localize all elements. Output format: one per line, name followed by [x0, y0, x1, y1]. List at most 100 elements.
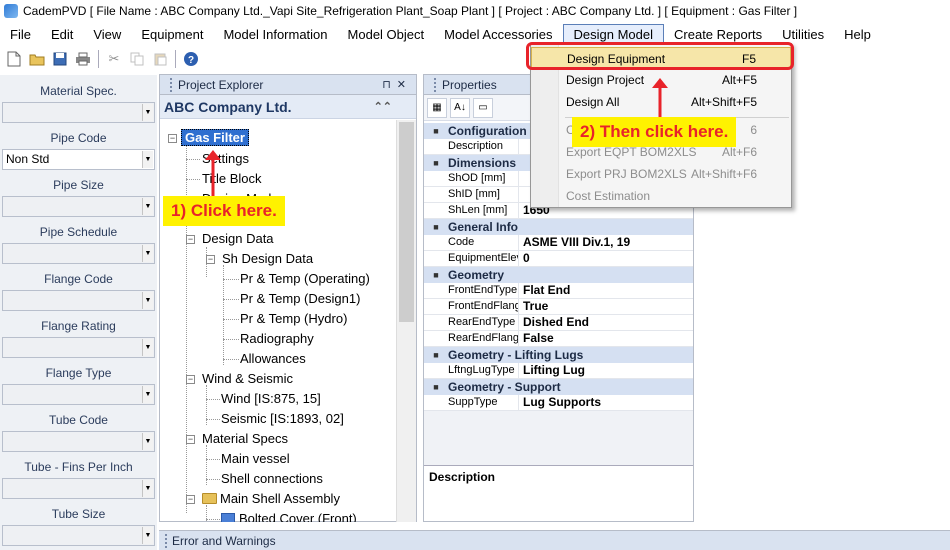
- callout-arrow-2: [652, 78, 668, 122]
- paste-icon[interactable]: [150, 49, 170, 69]
- tree-node-seismic[interactable]: Seismic [IS:1893, 02]: [221, 410, 344, 428]
- dropdown-arrow-icon[interactable]: ▼: [142, 433, 153, 450]
- scrollbar-thumb[interactable]: [399, 122, 414, 322]
- dropdown-arrow-icon[interactable]: ▼: [142, 198, 153, 215]
- menu-model-object[interactable]: Model Object: [338, 24, 435, 45]
- tree-node-wind[interactable]: Wind [IS:875, 15]: [221, 390, 321, 408]
- collapse-icon[interactable]: ■: [424, 382, 448, 392]
- tree-node-main-vessel[interactable]: Main vessel: [221, 450, 290, 468]
- material-spec-field: Material Spec. ▼: [0, 75, 157, 123]
- dropdown-arrow-icon[interactable]: ▼: [142, 339, 153, 356]
- tree-node-main-shell-assembly[interactable]: − Main Shell Assembly: [186, 490, 340, 508]
- collapse-toggle-icon[interactable]: −: [186, 235, 195, 244]
- pipe-code-select[interactable]: Non Std ▼: [2, 149, 155, 170]
- menu-view[interactable]: View: [83, 24, 131, 45]
- flange-type-select[interactable]: ▼: [2, 384, 155, 405]
- menu-item-cost-estimation[interactable]: Cost Estimation: [531, 185, 791, 207]
- category-geometry-lifting-lugs[interactable]: ■ Geometry - Lifting Lugs: [424, 347, 693, 363]
- open-folder-icon[interactable]: [27, 49, 47, 69]
- property-row[interactable]: LftngLugType Lifting Lug: [424, 363, 693, 379]
- pipe-schedule-field: Pipe Schedule ▼: [0, 216, 157, 264]
- tree-node-allowances[interactable]: Allowances: [240, 350, 306, 368]
- menu-model-information[interactable]: Model Information: [213, 24, 337, 45]
- tree-node-sh-design-data[interactable]: − Sh Design Data: [206, 250, 313, 268]
- tree-node-bolted-cover-front[interactable]: Bolted Cover (Front): [221, 510, 357, 522]
- menu-equipment[interactable]: Equipment: [131, 24, 213, 45]
- property-row[interactable]: FrontEndType Flat End: [424, 283, 693, 299]
- tree-node-material-specs[interactable]: − Material Specs: [186, 430, 288, 448]
- property-row[interactable]: SuppType Lug Supports: [424, 395, 693, 411]
- help-icon[interactable]: ?: [181, 49, 201, 69]
- collapse-toggle-icon[interactable]: −: [206, 255, 215, 264]
- pipe-schedule-select[interactable]: ▼: [2, 243, 155, 264]
- tree-node-gas-filter[interactable]: Gas Filter: [181, 129, 249, 147]
- dropdown-arrow-icon[interactable]: ▼: [142, 151, 153, 168]
- collapse-icon[interactable]: ■: [424, 270, 448, 280]
- company-header: ABC Company Ltd. ⌃⌃: [160, 95, 416, 119]
- pin-icon[interactable]: ⊓: [382, 79, 397, 91]
- collapse-toggle-icon[interactable]: −: [186, 375, 195, 384]
- category-geometry-support[interactable]: ■ Geometry - Support: [424, 379, 693, 395]
- main-toolbar: ✂ ?: [4, 48, 201, 70]
- window-title: CademPVD [ File Name : ABC Company Ltd._…: [23, 4, 798, 18]
- new-file-icon[interactable]: [4, 49, 24, 69]
- tree-node-design-data[interactable]: − Design Data: [186, 230, 274, 248]
- collapse-toggle-icon[interactable]: −: [168, 134, 177, 143]
- cut-icon[interactable]: ✂: [104, 49, 124, 69]
- field-label: Flange Type: [45, 366, 112, 380]
- copy-icon[interactable]: [127, 49, 147, 69]
- dropdown-arrow-icon[interactable]: ▼: [142, 245, 153, 262]
- property-row[interactable]: RearEndFlangedFalse: [424, 331, 693, 347]
- menu-file[interactable]: File: [0, 24, 41, 45]
- collapse-icon[interactable]: ⌃⌃: [374, 95, 392, 119]
- menu-item-export-prj-bom[interactable]: Export PRJ BOM2XLS Alt+Shift+F6: [531, 163, 791, 185]
- tree-node-shell-connections[interactable]: Shell connections: [221, 470, 323, 488]
- svg-text:?: ?: [188, 55, 194, 66]
- menu-help[interactable]: Help: [834, 24, 881, 45]
- material-spec-select[interactable]: ▼: [2, 102, 155, 123]
- collapse-icon[interactable]: ■: [424, 158, 448, 168]
- tree-scrollbar[interactable]: [396, 120, 416, 522]
- flange-code-select[interactable]: ▼: [2, 290, 155, 311]
- callout-arrow-1: [205, 150, 221, 198]
- drag-grip-icon[interactable]: [170, 77, 173, 92]
- dropdown-arrow-icon[interactable]: ▼: [142, 527, 153, 544]
- property-row[interactable]: FrontEndFlangedTrue: [424, 299, 693, 315]
- collapse-icon[interactable]: ■: [424, 350, 448, 360]
- sort-alphabetical-icon[interactable]: A↓: [450, 97, 470, 118]
- menu-edit[interactable]: Edit: [41, 24, 83, 45]
- dropdown-arrow-icon[interactable]: ▼: [142, 104, 153, 121]
- collapse-icon[interactable]: ■: [424, 222, 448, 232]
- collapse-toggle-icon[interactable]: −: [186, 435, 195, 444]
- close-icon[interactable]: ✕: [397, 79, 412, 91]
- collapse-icon[interactable]: ■: [424, 126, 448, 136]
- property-row[interactable]: RearEndType Dished End: [424, 315, 693, 331]
- category-geometry[interactable]: ■ Geometry: [424, 267, 693, 283]
- flange-rating-select[interactable]: ▼: [2, 337, 155, 358]
- pipe-size-select[interactable]: ▼: [2, 196, 155, 217]
- project-explorer-panel: Project Explorer ⊓✕ ABC Company Ltd. ⌃⌃ …: [159, 74, 417, 522]
- tree-node-pr-temp-operating[interactable]: Pr & Temp (Operating): [240, 270, 370, 288]
- dropdown-arrow-icon[interactable]: ▼: [142, 386, 153, 403]
- tree-node-radiography[interactable]: Radiography: [240, 330, 314, 348]
- print-icon[interactable]: [73, 49, 93, 69]
- tube-code-select[interactable]: ▼: [2, 431, 155, 452]
- property-row[interactable]: Code ASME VIII Div.1, 19: [424, 235, 693, 251]
- categorized-icon[interactable]: ▦: [427, 97, 447, 118]
- error-warnings-panel[interactable]: Error and Warnings: [159, 530, 950, 550]
- save-icon[interactable]: [50, 49, 70, 69]
- tree-node-pr-temp-design1[interactable]: Pr & Temp (Design1): [240, 290, 360, 308]
- category-general-info[interactable]: ■ General Info: [424, 219, 693, 235]
- tube-size-select[interactable]: ▼: [2, 525, 155, 546]
- property-row[interactable]: EquipmentElev [mm0: [424, 251, 693, 267]
- drag-grip-icon[interactable]: [165, 533, 168, 548]
- panel-title: Project Explorer: [178, 77, 264, 92]
- tree-node-wind-seismic[interactable]: − Wind & Seismic: [186, 370, 293, 388]
- dropdown-arrow-icon[interactable]: ▼: [142, 292, 153, 309]
- tree-node-pr-temp-hydro[interactable]: Pr & Temp (Hydro): [240, 310, 347, 328]
- dropdown-arrow-icon[interactable]: ▼: [142, 480, 153, 497]
- drag-grip-icon[interactable]: [434, 77, 437, 92]
- property-pages-icon[interactable]: ▭: [473, 97, 493, 118]
- tube-fins-select[interactable]: ▼: [2, 478, 155, 499]
- collapse-toggle-icon[interactable]: −: [186, 495, 195, 504]
